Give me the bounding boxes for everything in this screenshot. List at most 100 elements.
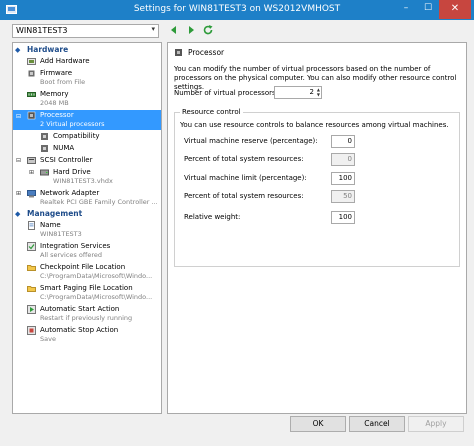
tree-item-numa[interactable]: NUMA <box>13 143 161 154</box>
tree-item-integration-services[interactable]: Integration Services All services offere… <box>13 241 161 261</box>
weight-label: Relative weight: <box>184 213 241 221</box>
title-bar: Settings for WIN81TEST3 on WS2012VMHOST … <box>0 0 474 20</box>
limit-total-label: Percent of total system resources: <box>184 192 304 200</box>
tree-item-sub: Boot from File <box>40 78 86 86</box>
processor-settings-panel: Processor You can modify the number of v… <box>167 42 467 414</box>
management-header-label: Management <box>27 209 83 218</box>
panel-heading: Processor <box>188 48 225 57</box>
vm-selector[interactable]: WIN81TEST3 ▾ <box>12 24 159 38</box>
resource-control-group <box>174 112 460 267</box>
tree-item-sub: Realtek PCI GBE Family Controller ... <box>40 198 158 206</box>
tree-item-name[interactable]: Name WIN81TEST3 <box>13 220 161 240</box>
processor-icon <box>175 49 182 56</box>
reserve-total-value: 0 <box>347 155 352 163</box>
network-adapter-icon <box>27 190 36 198</box>
collapse-icon: ◆ <box>15 210 21 218</box>
chevron-down-icon: ▾ <box>151 25 155 33</box>
reserve-total-readonly: 0 <box>331 153 355 166</box>
tree-item-network-adapter[interactable]: ⊞ Network Adapter Realtek PCI GBE Family… <box>13 188 161 208</box>
apply-button[interactable]: Apply <box>408 416 464 432</box>
limit-input[interactable]: 100 <box>331 172 355 185</box>
tree-item-checkpoint-file-location[interactable]: Checkpoint File Location C:\ProgramData\… <box>13 262 161 282</box>
tree-item-label: Processor <box>40 111 74 119</box>
expand-arrow-icon[interactable]: ⊞ <box>16 190 21 197</box>
tree-item-label: Memory <box>40 90 69 98</box>
tree-item-label: Firmware <box>40 69 73 77</box>
resource-control-description: You can use resource controls to balance… <box>180 121 449 129</box>
expand-arrow-icon[interactable]: ⊞ <box>29 169 34 176</box>
tree-item-sub: WIN81TEST3 <box>40 230 82 238</box>
tree-item-processor[interactable]: ⊟ Processor 2 Virtual processors <box>13 110 161 130</box>
minimize-button[interactable]: – <box>395 0 417 19</box>
management-section-header[interactable]: ◆ Management <box>13 209 161 220</box>
tree-item-label: Automatic Start Action <box>40 305 120 313</box>
limit-value: 100 <box>338 174 352 182</box>
limit-total-value: 50 <box>343 192 352 200</box>
collapse-arrow-icon[interactable]: ⊟ <box>16 113 21 120</box>
limit-total-readonly: 50 <box>331 190 355 203</box>
tree-item-label: Network Adapter <box>40 189 100 197</box>
tree-item-label: Add Hardware <box>40 57 90 65</box>
tree-item-automatic-stop-action[interactable]: Automatic Stop Action Save <box>13 325 161 345</box>
numa-icon <box>41 145 48 152</box>
weight-value: 100 <box>338 213 352 221</box>
tree-item-label: SCSI Controller <box>40 156 93 164</box>
automatic-stop-icon <box>27 326 36 335</box>
checkpoint-folder-icon <box>27 265 36 271</box>
automatic-start-icon <box>27 305 36 314</box>
tree-item-sub: Save <box>40 335 56 343</box>
settings-tree: ◆ Hardware Add Hardware Firmware Boot fr… <box>12 42 162 414</box>
tree-item-smart-paging-file-location[interactable]: Smart Paging File Location C:\ProgramDat… <box>13 283 161 303</box>
tree-item-automatic-start-action[interactable]: Automatic Start Action Restart if previo… <box>13 304 161 324</box>
tree-item-sub: WIN81TEST3.vhdx <box>53 177 113 185</box>
tree-item-firmware[interactable]: Firmware Boot from File <box>13 68 161 88</box>
tree-item-scsi-controller[interactable]: ⊟ SCSI Controller <box>13 155 161 166</box>
compatibility-icon <box>41 133 48 140</box>
tree-item-add-hardware[interactable]: Add Hardware <box>13 56 161 67</box>
tree-item-label: Checkpoint File Location <box>40 263 126 271</box>
num-processors-label: Number of virtual processors: <box>174 89 278 97</box>
cancel-button[interactable]: Cancel <box>349 416 405 432</box>
tree-item-label: Smart Paging File Location <box>40 284 133 292</box>
tree-item-sub: C:\ProgramData\Microsoft\Windo... <box>40 272 153 280</box>
name-document-icon <box>28 221 35 230</box>
add-hardware-icon <box>27 58 36 65</box>
spinner-arrows-icon[interactable]: ▲ ▼ <box>317 87 320 97</box>
reserve-total-label: Percent of total system resources: <box>184 155 304 163</box>
maximize-button[interactable]: ☐ <box>417 0 439 19</box>
collapse-icon: ◆ <box>15 46 21 54</box>
vm-selector-value: WIN81TEST3 <box>16 26 68 35</box>
num-processors-spinner[interactable]: 2 ▲ ▼ <box>274 86 322 99</box>
ok-button[interactable]: OK <box>290 416 346 432</box>
close-button[interactable]: ✕ <box>439 0 471 19</box>
forward-arrow-icon[interactable] <box>185 24 197 36</box>
tree-item-sub: 2048 MB <box>40 99 69 107</box>
hard-drive-icon <box>40 169 49 176</box>
reserve-label: Virtual machine reserve (percentage): <box>184 137 318 145</box>
scsi-controller-icon <box>27 157 36 164</box>
smart-paging-folder-icon <box>27 286 36 292</box>
collapse-arrow-icon[interactable]: ⊟ <box>16 157 21 164</box>
tree-item-sub: All services offered <box>40 251 102 259</box>
back-arrow-icon[interactable] <box>168 24 180 36</box>
weight-input[interactable]: 100 <box>331 211 355 224</box>
num-processors-value: 2 <box>309 88 314 96</box>
tree-item-label: Integration Services <box>40 242 111 250</box>
tree-item-hard-drive[interactable]: ⊞ Hard Drive WIN81TEST3.vhdx <box>13 167 161 187</box>
tree-item-label: Hard Drive <box>53 168 91 176</box>
tree-item-memory[interactable]: Memory 2048 MB <box>13 89 161 109</box>
hardware-section-header[interactable]: ◆ Hardware <box>13 45 161 56</box>
tree-item-label: NUMA <box>53 144 75 152</box>
tree-item-label: Name <box>40 221 61 229</box>
integration-services-icon <box>27 242 36 251</box>
settings-window: Settings for WIN81TEST3 on WS2012VMHOST … <box>0 0 474 446</box>
resource-control-title: Resource control <box>180 108 243 116</box>
reserve-input[interactable]: 0 <box>331 135 355 148</box>
memory-icon <box>27 92 36 97</box>
refresh-icon[interactable] <box>202 24 214 36</box>
hardware-header-label: Hardware <box>27 45 69 54</box>
tree-item-label: Automatic Stop Action <box>40 326 119 334</box>
processor-icon <box>27 111 36 120</box>
tree-item-label: Compatibility <box>53 132 100 140</box>
tree-item-compatibility[interactable]: Compatibility <box>13 131 161 142</box>
